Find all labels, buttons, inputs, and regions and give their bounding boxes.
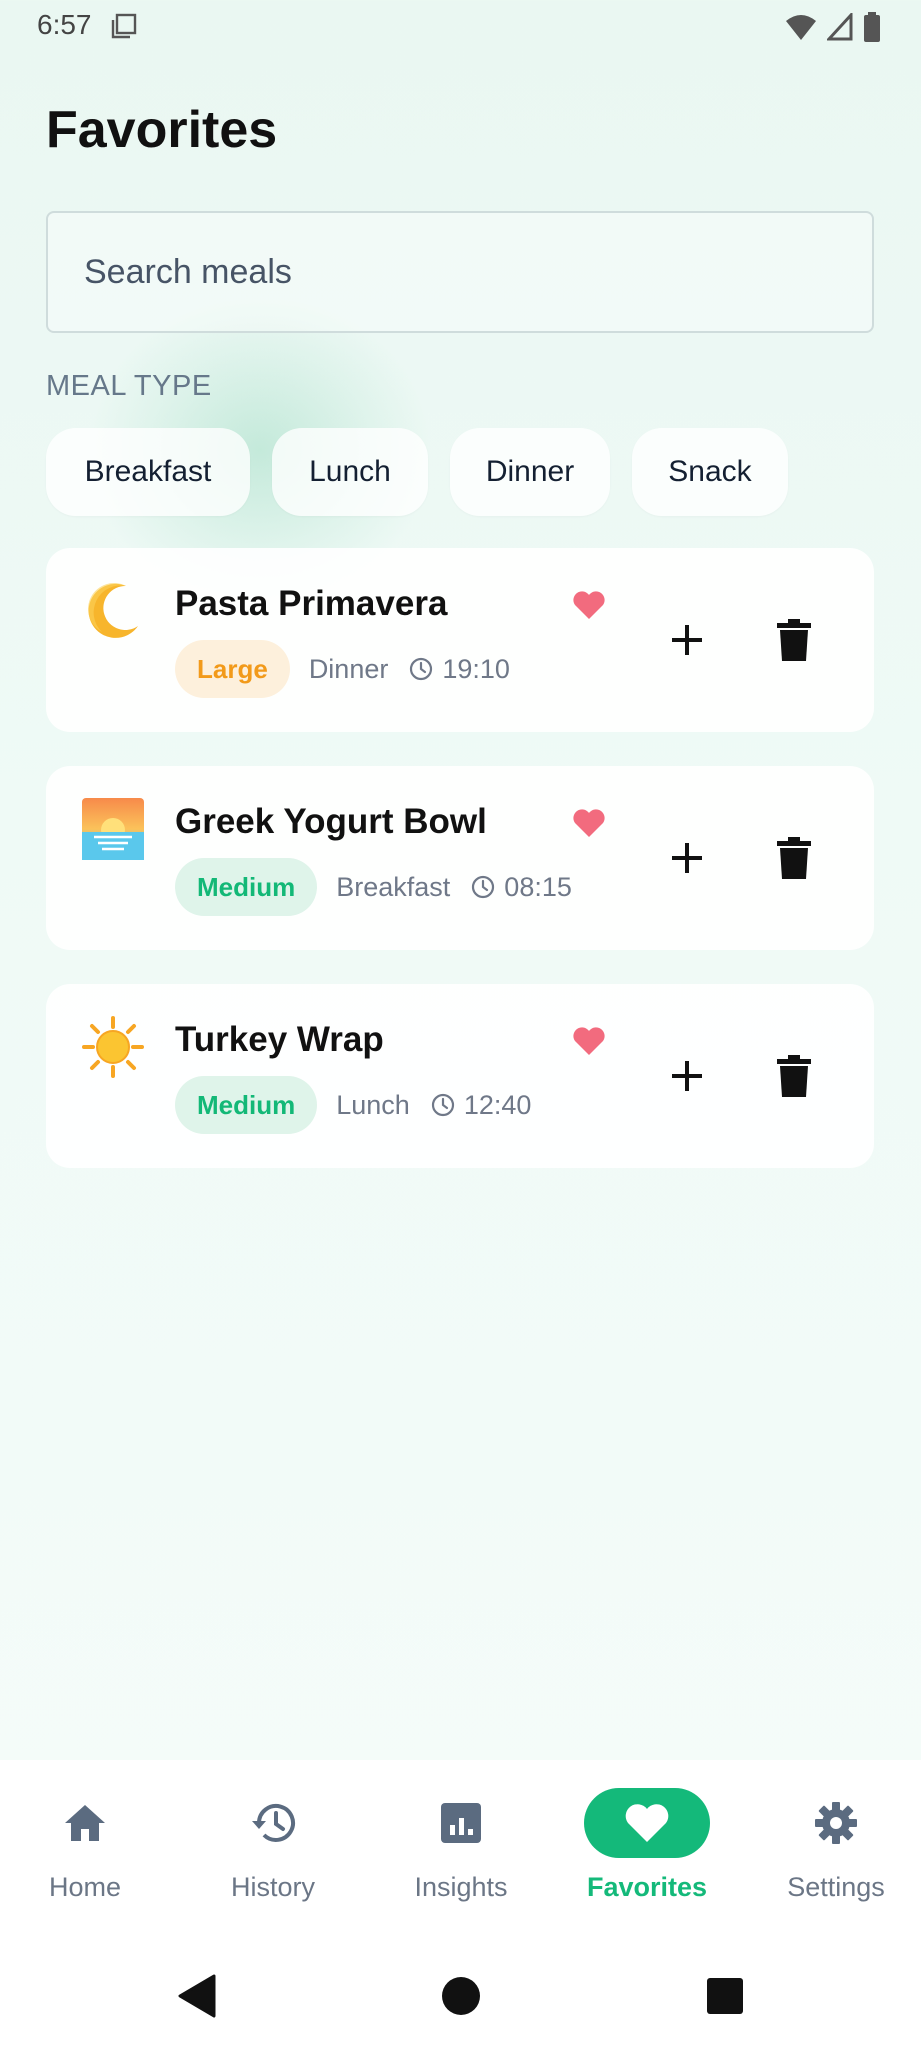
page-title: Favorites xyxy=(46,101,278,159)
sunrise-emoji-icon xyxy=(82,798,144,860)
nav-item-insights[interactable]: Insights xyxy=(369,1760,553,1944)
meal-type-text: Dinner xyxy=(308,653,389,684)
search-input[interactable] xyxy=(82,251,846,293)
sun-emoji-icon xyxy=(82,1016,144,1078)
battery-icon xyxy=(864,12,880,42)
favorite-heart-icon[interactable] xyxy=(572,590,606,620)
nav-label: Home xyxy=(48,1872,122,1902)
home-circle-icon xyxy=(442,1977,480,2015)
portion-size-badge: Medium xyxy=(175,1076,318,1134)
delete-favorite-button[interactable] xyxy=(766,612,822,668)
status-time: 6:57 xyxy=(37,9,92,40)
meal-type-chips: Breakfast Lunch Dinner Snack xyxy=(46,428,788,516)
signal-icon xyxy=(827,13,853,41)
delete-favorite-button[interactable] xyxy=(766,830,822,886)
clock-icon xyxy=(472,875,495,899)
heart-icon xyxy=(625,1804,669,1842)
nav-label: History xyxy=(230,1872,315,1902)
back-triangle-icon xyxy=(178,1974,216,2018)
meal-time: 12:40 xyxy=(463,1089,532,1120)
nav-icon-container xyxy=(584,1788,710,1858)
wifi-icon xyxy=(786,15,816,40)
meal-name: Pasta Primavera xyxy=(175,584,448,623)
nav-label: Insights xyxy=(414,1872,508,1902)
gear-icon xyxy=(815,1802,857,1844)
chip-breakfast[interactable]: Breakfast xyxy=(46,428,250,516)
trash-icon xyxy=(777,619,811,661)
nav-icon-container xyxy=(773,1788,899,1858)
meal-meta: Large Dinner 19:10 xyxy=(175,640,510,698)
status-icons xyxy=(785,12,881,42)
portion-size-badge: Large xyxy=(175,640,290,698)
nav-label: Favorites xyxy=(586,1872,708,1902)
meal-card[interactable]: Greek Yogurt Bowl Medium Breakfast 08:15 xyxy=(46,766,874,950)
plus-icon xyxy=(672,625,702,655)
meal-type-text: Lunch xyxy=(336,1089,410,1120)
nav-item-history[interactable]: History xyxy=(181,1760,365,1944)
add-meal-button[interactable] xyxy=(659,1048,715,1104)
chip-dinner[interactable]: Dinner xyxy=(450,428,610,516)
recents-button[interactable] xyxy=(701,1972,749,2020)
recents-square-icon xyxy=(707,1978,743,2014)
clock-icon xyxy=(431,1093,454,1117)
bottom-navigation: Home History Insights Favorites Settings xyxy=(0,1760,921,1944)
favorite-heart-icon[interactable] xyxy=(572,808,606,838)
meal-name: Greek Yogurt Bowl xyxy=(175,802,487,841)
meal-time: 19:10 xyxy=(442,653,510,684)
portion-size-badge: Medium xyxy=(175,858,318,916)
screenshot-notification-icon xyxy=(111,13,137,39)
system-navigation-bar xyxy=(0,1944,921,2048)
add-meal-button[interactable] xyxy=(659,612,715,668)
trash-icon xyxy=(777,837,811,879)
back-button[interactable] xyxy=(172,1972,220,2020)
nav-item-settings[interactable]: Settings xyxy=(744,1760,921,1944)
nav-label: Settings xyxy=(787,1872,885,1902)
home-system-button[interactable] xyxy=(437,1972,485,2020)
favorite-heart-icon[interactable] xyxy=(572,1026,606,1056)
delete-favorite-button[interactable] xyxy=(766,1048,822,1104)
insights-icon xyxy=(441,1803,481,1843)
meal-type-label: MEAL TYPE xyxy=(46,370,212,402)
nav-item-home[interactable]: Home xyxy=(0,1760,177,1944)
meal-card[interactable]: Turkey Wrap Medium Lunch 12:40 xyxy=(46,984,874,1168)
plus-icon xyxy=(672,1061,702,1091)
meal-meta: Medium Breakfast 08:15 xyxy=(175,858,572,916)
plus-icon xyxy=(672,843,702,873)
meal-meta: Medium Lunch 12:40 xyxy=(175,1076,531,1134)
home-icon xyxy=(65,1805,105,1841)
nav-icon-container xyxy=(210,1788,336,1858)
trash-icon xyxy=(777,1055,811,1097)
crescent-moon-emoji-icon xyxy=(88,583,138,638)
add-meal-button[interactable] xyxy=(659,830,715,886)
chip-lunch[interactable]: Lunch xyxy=(272,428,428,516)
history-icon xyxy=(252,1803,295,1842)
meal-time: 08:15 xyxy=(504,871,572,902)
meal-type-text: Breakfast xyxy=(336,871,451,902)
nav-icon-container xyxy=(22,1788,148,1858)
meal-name: Turkey Wrap xyxy=(175,1020,384,1059)
meal-card[interactable]: Pasta Primavera Large Dinner 19:10 xyxy=(46,548,874,732)
nav-icon-container xyxy=(398,1788,524,1858)
nav-item-favorites[interactable]: Favorites xyxy=(555,1760,739,1944)
status-bar: 6:57 xyxy=(0,0,921,54)
chip-snack[interactable]: Snack xyxy=(632,428,788,516)
search-box[interactable] xyxy=(46,211,874,333)
clock-icon xyxy=(410,657,433,681)
